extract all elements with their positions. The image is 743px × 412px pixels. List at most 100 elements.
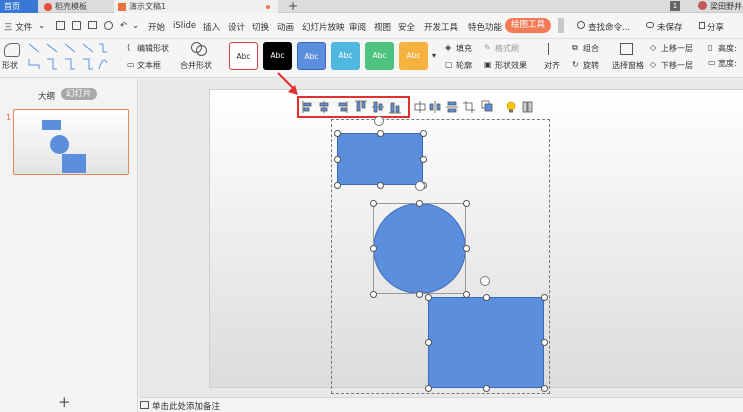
rotate-handle-icon[interactable] [415,181,425,191]
menu-design[interactable]: 设计 [228,21,245,33]
more-icon [522,101,533,113]
shape-style-green[interactable]: Abc [365,42,394,70]
shape-gallery-icon[interactable] [4,43,20,57]
edit-shape-button[interactable]: 编辑形状 [137,43,169,54]
resize-handle[interactable] [463,200,470,207]
align-center-icon [319,101,329,113]
slides-tab[interactable]: 幻灯片 [61,88,97,100]
tab-document[interactable]: 演示文稿1 [114,0,278,13]
avatar[interactable] [698,1,707,10]
resize-handle[interactable] [541,385,548,392]
rotate-handle-icon[interactable] [480,276,490,286]
align-button[interactable]: 对齐 [544,60,560,71]
save-icon[interactable] [56,21,65,30]
shape-style-cyan[interactable]: Abc [331,42,360,70]
fill-button[interactable]: 填充 [456,43,472,54]
resize-handle[interactable] [425,294,432,301]
export-pdf-icon[interactable] [72,21,81,30]
resize-handle[interactable] [334,182,341,189]
resize-handle[interactable] [425,385,432,392]
tab-home[interactable]: 首页 [0,0,38,13]
resize-handle[interactable] [377,130,384,137]
shape-style-orange[interactable]: Abc [399,42,428,70]
menu-transition[interactable]: 切换 [252,21,269,33]
format-painter-button[interactable]: 格式刷 [495,43,519,54]
resize-handle[interactable] [425,339,432,346]
lightbulb-icon [506,101,516,113]
search-icon[interactable] [577,21,585,29]
outline-tab[interactable]: 大纲 [38,90,55,102]
save-status[interactable]: 未保存 [657,21,683,33]
add-slide-button[interactable]: + [58,393,71,411]
rectangle-shape-2[interactable] [428,297,544,388]
resize-handle[interactable] [463,291,470,298]
shape-effect-button[interactable]: 形状效果 [495,60,527,71]
resize-handle[interactable] [541,294,548,301]
menu-slideshow[interactable]: 幻灯片放映 [302,21,345,33]
scroll-ribbon-icon[interactable] [558,18,564,33]
share-button[interactable]: 分享 [707,21,724,33]
slide-canvas [139,72,743,397]
group-icon: ⧉ [572,43,578,52]
undo-icon[interactable]: ↶ [120,21,127,31]
selection-pane-button[interactable]: 选择窗格 [612,60,644,71]
resize-handle[interactable] [370,245,377,252]
rotate-handle-icon[interactable] [374,116,384,126]
shape-button[interactable]: 形状 [2,60,18,71]
menu-view[interactable]: 视图 [374,21,391,33]
merge-shape-button[interactable]: 合并形状 [180,60,212,71]
resize-handle[interactable] [541,339,548,346]
bring-forward-button[interactable]: 上移一层 [661,43,693,54]
menu-review[interactable]: 审阅 [349,21,366,33]
rotate-button[interactable]: 旋转 [583,60,599,71]
menu-drawing-tools[interactable]: 绘图工具 [505,18,552,33]
menu-developer[interactable]: 开发工具 [424,21,458,33]
align-right-icon [338,101,348,113]
resize-handle[interactable] [483,294,490,301]
line-shapes-gallery[interactable] [25,41,113,73]
menu-start[interactable]: 开始 [148,21,165,33]
resize-handle[interactable] [370,200,377,207]
outline-button[interactable]: 轮廓 [456,60,472,71]
align-icon [548,43,560,55]
tab-document-label: 演示文稿1 [129,2,167,11]
shape-style-white[interactable]: Abc [229,42,258,70]
print-preview-icon[interactable] [104,21,113,30]
send-backward-button[interactable]: 下移一层 [661,60,693,71]
resize-handle[interactable] [377,182,384,189]
undo-dropdown-icon[interactable]: ⌄ [132,21,139,31]
style-gallery-more-icon[interactable]: ▾ [432,51,436,60]
menu-animation[interactable]: 动画 [277,21,294,33]
rectangle-shape-1[interactable] [337,133,423,185]
resize-handle[interactable] [420,156,427,163]
file-menu[interactable]: 三 文件 [4,21,32,33]
user-name[interactable]: 梁田野井 [710,1,742,12]
menu-islide[interactable]: iSlide [173,21,196,31]
tab-count-badge[interactable]: 1 [670,1,680,11]
notes-bar[interactable]: 单击此处添加备注 [139,397,743,412]
resize-handle[interactable] [370,291,377,298]
resize-handle[interactable] [416,291,423,298]
resize-handle[interactable] [416,200,423,207]
menu-insert[interactable]: 插入 [203,21,220,33]
shape-style-black[interactable]: Abc [263,42,292,70]
notes-placeholder[interactable]: 单击此处添加备注 [152,400,220,412]
text-box-button[interactable]: 文本框 [137,60,161,71]
align-middle-icon [372,101,384,113]
group-button[interactable]: 组合 [583,43,599,54]
command-search[interactable]: 查找命令... [588,21,630,33]
menu-security[interactable]: 安全 [398,21,415,33]
print-icon[interactable] [88,21,97,29]
new-tab-button[interactable]: + [288,0,298,13]
menu-features[interactable]: 特色功能 [468,21,502,33]
resize-handle[interactable] [334,156,341,163]
chevron-down-icon[interactable]: ⌄ [38,21,45,31]
slide-thumbnail-1[interactable] [13,109,129,175]
resize-handle[interactable] [334,130,341,137]
distribute-vertical-icon [429,101,441,113]
resize-handle[interactable] [420,130,427,137]
shape-style-blue[interactable]: Abc [297,42,326,70]
resize-handle[interactable] [483,385,490,392]
resize-handle[interactable] [463,245,470,252]
tab-template[interactable]: 稻壳模板 [40,0,112,13]
